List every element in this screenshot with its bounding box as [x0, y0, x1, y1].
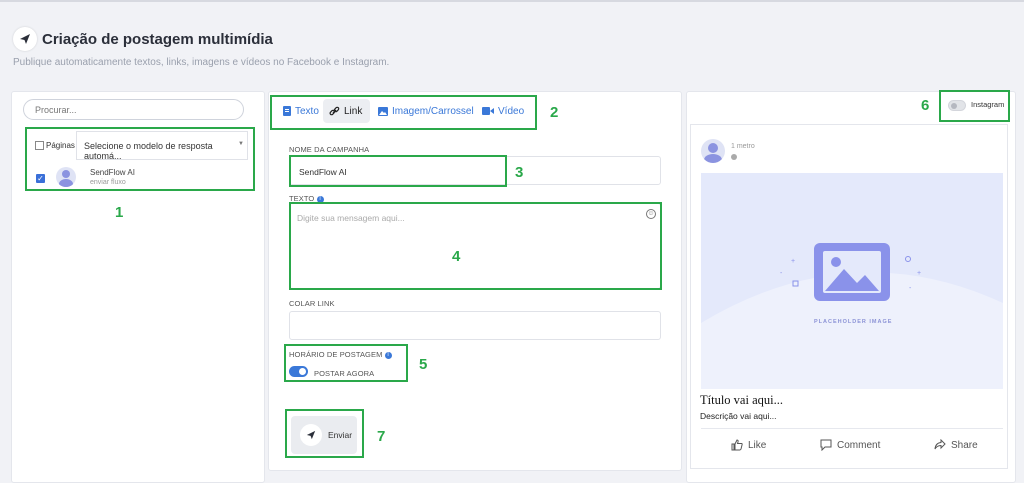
annotation-box	[270, 95, 537, 130]
page-header: Criação de postagem multimídia Publique …	[0, 0, 1024, 85]
annotation-number: 2	[550, 104, 559, 121]
annotation-box	[284, 344, 408, 382]
annotation-number: 3	[515, 164, 524, 181]
annotation-number: 1	[115, 204, 124, 221]
page-subtitle: Publique automaticamente textos, links, …	[13, 57, 390, 68]
svg-text:-: -	[780, 270, 783, 277]
comment-label: Comment	[837, 439, 881, 451]
post-description: Descrição vai aqui...	[700, 411, 777, 421]
avatar	[701, 139, 725, 163]
annotation-box	[25, 127, 255, 191]
placeholder-image: + + - -	[701, 173, 1003, 389]
share-button[interactable]: Share	[934, 439, 978, 451]
annotation-box	[289, 202, 662, 290]
annotation-number: 4	[452, 248, 461, 265]
annotation-box	[289, 155, 507, 187]
post-title: Título vai aqui...	[700, 393, 783, 407]
search-input[interactable]: Procurar...	[23, 99, 244, 120]
annotation-box	[285, 409, 364, 458]
annotation-number: 5	[419, 356, 428, 373]
annotation-box	[939, 90, 1010, 122]
link-input[interactable]	[289, 311, 661, 340]
globe-icon	[731, 154, 737, 160]
comment-icon	[820, 439, 832, 451]
share-icon	[934, 439, 946, 450]
placeholder-text: PLACEHOLDER IMAGE	[814, 319, 893, 325]
share-label: Share	[951, 439, 978, 451]
svg-text:+: +	[791, 258, 795, 265]
annotation-number: 7	[377, 428, 386, 445]
like-button[interactable]: Like	[731, 439, 766, 451]
paper-plane-icon	[13, 27, 37, 51]
svg-text:+: +	[917, 270, 921, 277]
post-time: 1 metro	[731, 143, 755, 150]
thumbs-up-icon	[731, 439, 743, 451]
like-label: Like	[748, 439, 767, 451]
annotation-number: 6	[921, 97, 930, 114]
divider	[701, 428, 1003, 429]
link-label: COLAR LINK	[289, 299, 335, 308]
campaign-name-label: NOME DA CAMPANHA	[289, 145, 370, 154]
placeholder-image-icon: + + - -	[701, 243, 1003, 389]
comment-button[interactable]: Comment	[820, 439, 880, 451]
page-title: Criação de postagem multimídia	[42, 31, 273, 48]
